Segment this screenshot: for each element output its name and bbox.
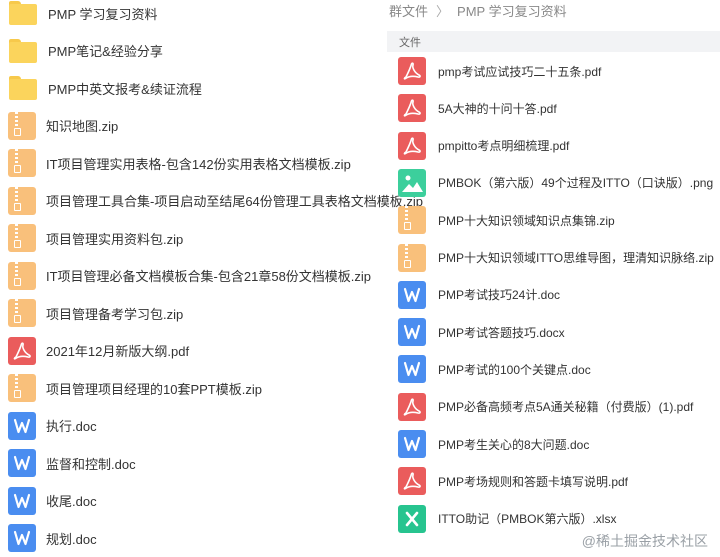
breadcrumb: 群文件 〉 PMP 学习复习资料 (389, 0, 567, 20)
breadcrumb-separator: 〉 (436, 3, 450, 19)
right-file-name: pmp考试应试技巧二十五条.pdf (438, 64, 602, 79)
left-file-row[interactable]: 项目管理工具合集-项目启动至结尾64份管理工具表格文档模板.zip (8, 183, 423, 219)
word-file-icon (398, 318, 426, 347)
left-file-row[interactable]: IT项目管理实用表格-包含142份实用表格文档模板.zip (8, 145, 351, 181)
zip-file-icon (8, 111, 36, 140)
right-file-name: PMP十大知识领域ITTO思维导图，理清知识脉络.zip (438, 251, 714, 265)
left-file-row[interactable]: PMP中英文报考&续证流程 (8, 70, 202, 106)
left-file-name: PMP笔记&经验分享 (48, 44, 163, 59)
right-file-row[interactable]: PMP考试的100个关键点.doc (398, 353, 591, 385)
left-file-name: 项目管理备考学习包.zip (46, 306, 184, 322)
left-file-name: IT项目管理实用表格-包含142份实用表格文档模板.zip (46, 156, 351, 172)
pdf-file-icon (8, 336, 36, 365)
pdf-file-icon (398, 131, 426, 160)
left-file-name: PMP 学习复习资料 (48, 6, 158, 22)
zip-file-icon (8, 374, 36, 402)
right-file-row[interactable]: 5A大神的十问十答.pdf (398, 92, 557, 124)
word-file-icon (8, 449, 36, 477)
right-file-name: PMP考场规则和答题卡填写说明.pdf (438, 474, 629, 489)
left-file-name: 项目管理工具合集-项目启动至结尾64份管理工具表格文档模板.zip (46, 194, 424, 209)
right-file-row[interactable]: PMP十大知识领域知识点集锦.zip (398, 204, 615, 236)
left-file-list: PMP 学习复习资料 PMP笔记&经验分享 PMP中英文报考&续证流程 知识地图.zi… (0, 0, 423, 557)
pdf-file-icon (398, 94, 426, 123)
left-file-name: 知识地图.zip (46, 119, 119, 134)
left-file-name: 项目管理实用资料包.zip (46, 231, 184, 247)
pdf-file-icon (398, 392, 426, 421)
word-file-icon (398, 355, 426, 384)
right-file-name: PMP十大知识领域知识点集锦.zip (438, 213, 615, 228)
zip-file-icon (8, 299, 36, 327)
group-files-panel: 群文件 〉 PMP 学习复习资料 文件 pmp考试应试技巧二十五条.pdf 5A大… (382, 0, 720, 557)
right-file-row[interactable]: PMP考场规则和答题卡填写说明.pdf (398, 465, 628, 497)
right-file-name: 5A大神的十问十答.pdf (438, 101, 557, 116)
folder-icon (8, 38, 38, 64)
right-file-name: PMP必备高频考点5A通关秘籍（付费版）(1).pdf (438, 400, 694, 415)
left-file-row[interactable]: 项目管理项目经理的10套PPT模板.zip (8, 370, 262, 406)
zip-file-icon (8, 224, 36, 252)
word-file-icon (398, 430, 426, 458)
zip-file-icon (8, 186, 36, 215)
left-file-row[interactable]: IT项目管理必备文档模板合集-包含21章58份文档模板.zip (8, 258, 371, 294)
right-file-name: ITTO助记（PMBOK第六版）.xlsx (438, 512, 617, 527)
word-file-icon (8, 486, 36, 515)
left-file-name: 项目管理项目经理的10套PPT模板.zip (46, 381, 262, 397)
word-file-icon (8, 411, 36, 440)
right-file-row[interactable]: PMP考试答题技巧.docx (398, 316, 565, 348)
zip-file-icon (8, 149, 36, 177)
left-file-name: 监督和控制.doc (46, 456, 136, 472)
left-file-row[interactable]: 规划.doc (8, 520, 97, 556)
right-file-row[interactable]: PMP十大知识领域ITTO思维导图，理清知识脉络.zip (398, 242, 714, 274)
zip-file-icon (398, 243, 426, 272)
right-file-name: pmpitto考点明细梳理.pdf (438, 139, 570, 154)
right-file-row[interactable]: PMBOK（第六版）49个过程及ITTO（口诀版）.png (398, 167, 713, 199)
left-file-row[interactable]: 收尾.doc (8, 483, 97, 519)
right-file-row[interactable]: PMP考试技巧24计.doc (398, 279, 560, 311)
excel-file-icon (398, 504, 426, 533)
folder-icon (8, 75, 38, 101)
right-file-row[interactable]: pmp考试应试技巧二十五条.pdf (398, 55, 601, 87)
folder-icon (8, 0, 38, 26)
right-file-name: PMP考试技巧24计.doc (438, 288, 561, 303)
left-file-row[interactable]: 项目管理实用资料包.zip (8, 220, 183, 256)
left-file-row[interactable]: 执行.doc (8, 408, 97, 444)
right-file-row[interactable]: pmpitto考点明细梳理.pdf (398, 130, 569, 162)
left-file-name: 收尾.doc (46, 494, 97, 509)
right-file-row[interactable]: ITTO助记（PMBOK第六版）.xlsx (398, 503, 616, 535)
right-file-name: PMP考试答题技巧.docx (438, 325, 565, 340)
column-header-label: 文件 (399, 36, 421, 49)
right-file-name: PMBOK（第六版）49个过程及ITTO（口诀版）.png (438, 176, 714, 191)
right-file-name: PMP考试的100个关键点.doc (438, 362, 591, 377)
left-file-row[interactable]: 知识地图.zip (8, 108, 118, 144)
left-file-name: 执行.doc (46, 419, 97, 434)
left-file-name: IT项目管理必备文档模板合集-包含21章58份文档模板.zip (46, 269, 372, 284)
left-file-name: 2021年12月新版大纲.pdf (46, 344, 190, 359)
right-file-row[interactable]: PMP考生关心的8大问题.doc (398, 428, 589, 460)
pdf-file-icon (398, 467, 426, 496)
left-file-row[interactable]: 项目管理备考学习包.zip (8, 295, 183, 331)
breadcrumb-current: PMP 学习复习资料 (457, 3, 567, 19)
column-header-file[interactable]: 文件 (387, 31, 720, 52)
watermark: @稀土掘金技术社区 (581, 533, 708, 549)
word-file-icon (398, 280, 426, 309)
image-file-icon (398, 168, 426, 197)
breadcrumb-root[interactable]: 群文件 (389, 1, 428, 20)
zip-file-icon (398, 206, 426, 235)
left-file-row[interactable]: PMP 学习复习资料 (8, 0, 158, 31)
left-file-name: 规划.doc (46, 531, 97, 547)
zip-file-icon (8, 261, 36, 290)
right-file-row[interactable]: PMP必备高频考点5A通关秘籍（付费版）(1).pdf (398, 391, 693, 423)
left-file-name: PMP中英文报考&续证流程 (48, 81, 202, 97)
left-file-row[interactable]: 2021年12月新版大纲.pdf (8, 333, 189, 369)
left-file-row[interactable]: 监督和控制.doc (8, 445, 136, 481)
left-file-row[interactable]: PMP笔记&经验分享 (8, 33, 163, 69)
right-file-name: PMP考生关心的8大问题.doc (438, 437, 590, 452)
word-file-icon (8, 524, 36, 552)
pdf-file-icon (398, 57, 426, 85)
